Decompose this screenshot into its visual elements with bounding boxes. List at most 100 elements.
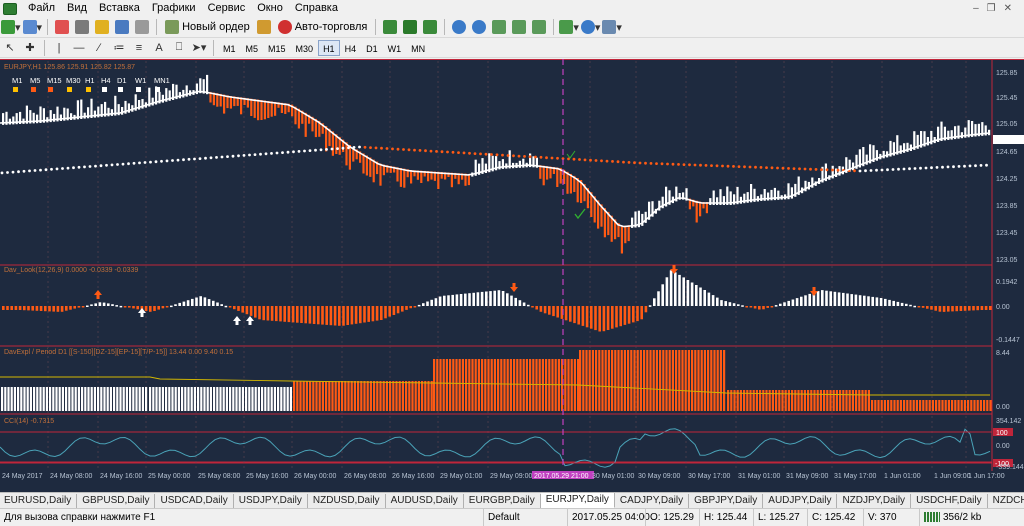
vertical-line-tool[interactable]: | bbox=[50, 39, 68, 57]
periods-button[interactable]: ▾ bbox=[580, 18, 600, 36]
current-price-marker bbox=[993, 135, 1024, 144]
oscillator-bar bbox=[165, 306, 169, 308]
minimize-icon[interactable]: – bbox=[973, 3, 979, 14]
timeframe-mn[interactable]: MN bbox=[406, 40, 430, 56]
davexpl-bar bbox=[45, 387, 48, 411]
ma-dot bbox=[809, 167, 812, 171]
price-label: 124.65 bbox=[996, 149, 1018, 156]
davexpl-bar bbox=[328, 381, 331, 411]
menu-insert[interactable]: Вставка bbox=[94, 0, 147, 17]
timeframe-d1[interactable]: D1 bbox=[361, 40, 383, 56]
ma-dot bbox=[187, 157, 191, 161]
crosshair-tool[interactable]: ✚ bbox=[21, 39, 39, 57]
chart-canvas[interactable]: EURJPY,H1 125.86 125.91 125.82 125.87 M1… bbox=[0, 59, 1024, 492]
oscillator-bar bbox=[249, 306, 253, 316]
mtf-status-square bbox=[13, 87, 18, 92]
tab-audusd[interactable]: AUDUSD,Daily bbox=[386, 493, 464, 508]
davexpl-bar bbox=[643, 350, 646, 411]
channel-icon: ≔ bbox=[113, 42, 125, 54]
tile-windows-button[interactable] bbox=[490, 18, 508, 36]
tab-usdcad[interactable]: USDCAD,Daily bbox=[155, 493, 234, 508]
tab-nzdjpy[interactable]: NZDJPY,Daily bbox=[837, 493, 912, 508]
menu-view[interactable]: Вид bbox=[62, 0, 94, 17]
tab-eurjpy[interactable]: EURJPY,Daily bbox=[540, 493, 615, 508]
oscillator-bar bbox=[850, 294, 853, 306]
tab-usdjpy[interactable]: USDJPY,Daily bbox=[234, 493, 308, 508]
indicators-button[interactable]: ▾ bbox=[559, 18, 579, 36]
timeframe-h4[interactable]: H4 bbox=[340, 40, 362, 56]
tab-audjpy[interactable]: AUDJPY,Daily bbox=[763, 493, 838, 508]
candle-chart-button[interactable] bbox=[401, 18, 419, 36]
menu-help[interactable]: Справка bbox=[290, 0, 345, 17]
davexpl-bar bbox=[395, 381, 398, 411]
timeframe-h1[interactable]: H1 bbox=[318, 39, 340, 56]
menu-file[interactable]: Файл bbox=[23, 0, 62, 17]
channel-tool[interactable]: ≔ bbox=[110, 39, 128, 57]
menu-tools[interactable]: Сервис bbox=[203, 0, 253, 17]
tab-cadjpy[interactable]: CADJPY,Daily bbox=[615, 493, 690, 508]
tab-usdchf[interactable]: USDCHF,Daily bbox=[911, 493, 988, 508]
price-bar bbox=[270, 101, 273, 117]
davexpl-bar bbox=[296, 381, 299, 411]
templates-button[interactable]: ▾ bbox=[602, 18, 622, 36]
timeframe-m15[interactable]: M15 bbox=[263, 40, 291, 56]
tab-gbpusd[interactable]: GBPUSD,Daily bbox=[77, 493, 156, 508]
data-window-button[interactable] bbox=[73, 18, 91, 36]
status-close: C: 125.42 bbox=[807, 508, 863, 526]
horizontal-line-tool[interactable]: — bbox=[70, 39, 88, 57]
bar-chart-button[interactable] bbox=[381, 18, 399, 36]
new-chart-button[interactable]: ▾ bbox=[1, 18, 21, 36]
close-icon[interactable]: ✕ bbox=[1004, 3, 1012, 14]
new-order-button[interactable]: Новый ордер bbox=[161, 18, 254, 36]
trendline-tool[interactable]: ∕ bbox=[90, 39, 108, 57]
zoom-out-button[interactable] bbox=[470, 18, 488, 36]
restore-icon[interactable]: ❐ bbox=[987, 3, 996, 14]
tab-gbpjpy[interactable]: GBPJPY,Daily bbox=[689, 493, 764, 508]
sell-arrow-icon bbox=[94, 290, 102, 299]
cursor-tool[interactable]: ↖ bbox=[1, 39, 19, 57]
chart-window[interactable]: EURJPY,H1 125.86 125.91 125.82 125.87 M1… bbox=[0, 59, 1024, 492]
davexpl-bar bbox=[357, 381, 360, 411]
text-tool[interactable]: A bbox=[150, 39, 168, 57]
davexpl-bar bbox=[716, 350, 719, 411]
menu-window[interactable]: Окно bbox=[252, 0, 290, 17]
metaeditor-button[interactable] bbox=[255, 18, 273, 36]
tab-eurgbp[interactable]: EURGBP,Daily bbox=[464, 493, 541, 508]
ma-dot bbox=[792, 167, 796, 170]
label-tool[interactable]: ⎕ bbox=[170, 39, 188, 57]
profiles-button[interactable]: ▾ bbox=[22, 18, 42, 36]
menu-charts[interactable]: Графики bbox=[147, 0, 203, 17]
davexpl-bar bbox=[529, 359, 532, 411]
fibonacci-tool[interactable]: ≡ bbox=[130, 39, 148, 57]
tab-nzdchf[interactable]: NZDCHF,Dai bbox=[988, 494, 1024, 508]
timeframe-m30[interactable]: M30 bbox=[291, 40, 319, 56]
timeframe-m5[interactable]: M5 bbox=[241, 40, 264, 56]
auto-scroll-button[interactable] bbox=[510, 18, 528, 36]
davexpl-bar bbox=[691, 350, 694, 411]
market-watch-button[interactable] bbox=[53, 18, 71, 36]
davexpl-bar bbox=[896, 400, 899, 411]
ma-dot bbox=[501, 153, 504, 157]
arrows-tool[interactable]: ➤ ▾ bbox=[190, 39, 208, 57]
oscillator-bar bbox=[367, 306, 370, 322]
timeframe-w1[interactable]: W1 bbox=[383, 40, 407, 56]
zoom-in-button[interactable] bbox=[450, 18, 468, 36]
ma-dot bbox=[611, 160, 614, 163]
tester-button[interactable] bbox=[133, 18, 151, 36]
chart-shift-button[interactable] bbox=[530, 18, 548, 36]
terminal-button[interactable] bbox=[113, 18, 131, 36]
timeframe-m1[interactable]: M1 bbox=[218, 40, 241, 56]
davexpl-bar bbox=[103, 387, 106, 411]
tab-eurusd[interactable]: EURUSD,Daily bbox=[0, 493, 78, 508]
line-chart-button[interactable] bbox=[421, 18, 439, 36]
davexpl-bar bbox=[116, 387, 119, 411]
oscillator-bar bbox=[905, 303, 908, 306]
davexpl-bar bbox=[723, 350, 726, 411]
tab-nzdusd[interactable]: NZDUSD,Daily bbox=[308, 493, 386, 508]
status-traffic: 356/2 kb bbox=[919, 508, 1024, 526]
auto-trading-button[interactable]: Авто-торговля bbox=[274, 18, 372, 36]
davexpl-bar bbox=[398, 381, 401, 411]
oscillator-bar bbox=[363, 306, 366, 323]
navigator-button[interactable] bbox=[93, 18, 111, 36]
davexpl-bar bbox=[458, 359, 461, 411]
